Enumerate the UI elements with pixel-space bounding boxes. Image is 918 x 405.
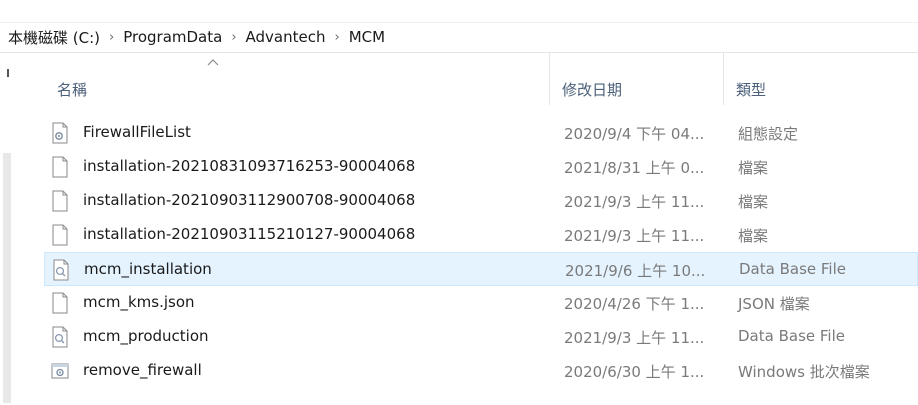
column-header-date[interactable]: 修改日期 [562, 79, 622, 100]
file-name: FirewallFileList [83, 123, 191, 141]
file-row[interactable]: mcm_kms.json 2020/4/26 下午 1... JSON 檔案 [44, 286, 918, 320]
chevron-right-icon[interactable]: › [327, 30, 346, 45]
file-modified-date: 2021/9/3 上午 11... [564, 227, 705, 245]
breadcrumb[interactable]: 本機磁碟 (C:) › ProgramData › Advantech › MC… [6, 25, 387, 49]
file-modified-date: 2021/9/3 上午 11... [564, 193, 705, 211]
file-type: Windows 批次檔案 [738, 363, 870, 381]
file-icon [52, 292, 68, 314]
file-name: installation-20210903112900708-90004068 [83, 191, 416, 209]
breadcrumb-item-advantech[interactable]: Advantech [244, 28, 328, 46]
file-type: Data Base File [739, 260, 846, 278]
file-modified-date: 2020/9/4 下午 04... [564, 125, 705, 143]
file-list: FirewallFileList 2020/9/4 下午 04... 組態設定 … [44, 116, 918, 388]
column-divider[interactable] [723, 53, 724, 105]
column-divider[interactable] [549, 53, 550, 105]
chevron-right-icon[interactable]: › [224, 30, 243, 45]
file-icon [52, 224, 68, 246]
file-row-selected[interactable]: mcm_installation 2021/9/6 上午 10... Data … [44, 252, 918, 286]
file-row[interactable]: FirewallFileList 2020/9/4 下午 04... 組態設定 [44, 116, 918, 150]
file-type: 檔案 [738, 193, 769, 211]
file-type: 檔案 [738, 159, 769, 177]
column-header-name[interactable]: 名稱 [57, 79, 87, 100]
navigation-pane-scrollbar[interactable] [3, 153, 11, 403]
file-modified-date: 2021/9/6 上午 10... [565, 262, 706, 280]
file-modified-date: 2021/9/3 上午 11... [564, 329, 705, 347]
file-icon [52, 190, 68, 212]
batch-file-icon [51, 363, 69, 379]
breadcrumb-item-mcm[interactable]: MCM [347, 28, 387, 46]
navigation-pane-edge [0, 53, 16, 405]
file-modified-date: 2020/6/30 上午 1... [564, 363, 705, 381]
config-file-icon [52, 122, 68, 144]
column-header-row: 名稱 修改日期 類型 [16, 53, 918, 105]
file-name: installation-20210903115210127-90004068 [83, 225, 416, 243]
file-row[interactable]: installation-20210903112900708-90004068 … [44, 184, 918, 218]
file-modified-date: 2020/4/26 下午 1... [564, 295, 705, 313]
file-type: 檔案 [738, 227, 769, 245]
file-modified-date: 2021/8/31 上午 0... [564, 159, 705, 177]
breadcrumb-item-programdata[interactable]: ProgramData [121, 28, 224, 46]
database-file-icon [53, 259, 69, 281]
file-row[interactable]: installation-20210903115210127-90004068 … [44, 218, 918, 252]
file-type: 組態設定 [738, 125, 799, 143]
breadcrumb-item-c-drive[interactable]: 本機磁碟 (C:) [6, 27, 102, 48]
file-name: mcm_kms.json [83, 293, 195, 311]
window-top-strip [0, 0, 918, 23]
file-name: mcm_production [83, 327, 209, 345]
file-row[interactable]: mcm_production 2021/9/3 上午 11... Data Ba… [44, 320, 918, 354]
database-file-icon [52, 326, 68, 348]
file-row[interactable]: remove_firewall 2020/6/30 上午 1... Window… [44, 354, 918, 388]
file-name: remove_firewall [83, 361, 202, 379]
file-name: mcm_installation [84, 260, 212, 278]
chevron-right-icon[interactable]: › [102, 30, 121, 45]
file-type: Data Base File [738, 327, 845, 345]
file-icon [52, 156, 68, 178]
column-header-type[interactable]: 類型 [736, 79, 766, 100]
file-name: installation-20210831093716253-90004068 [83, 157, 416, 175]
file-type: JSON 檔案 [738, 295, 810, 313]
sort-ascending-icon [207, 59, 219, 66]
pane-caret [7, 69, 9, 77]
file-row[interactable]: installation-20210831093716253-90004068 … [44, 150, 918, 184]
